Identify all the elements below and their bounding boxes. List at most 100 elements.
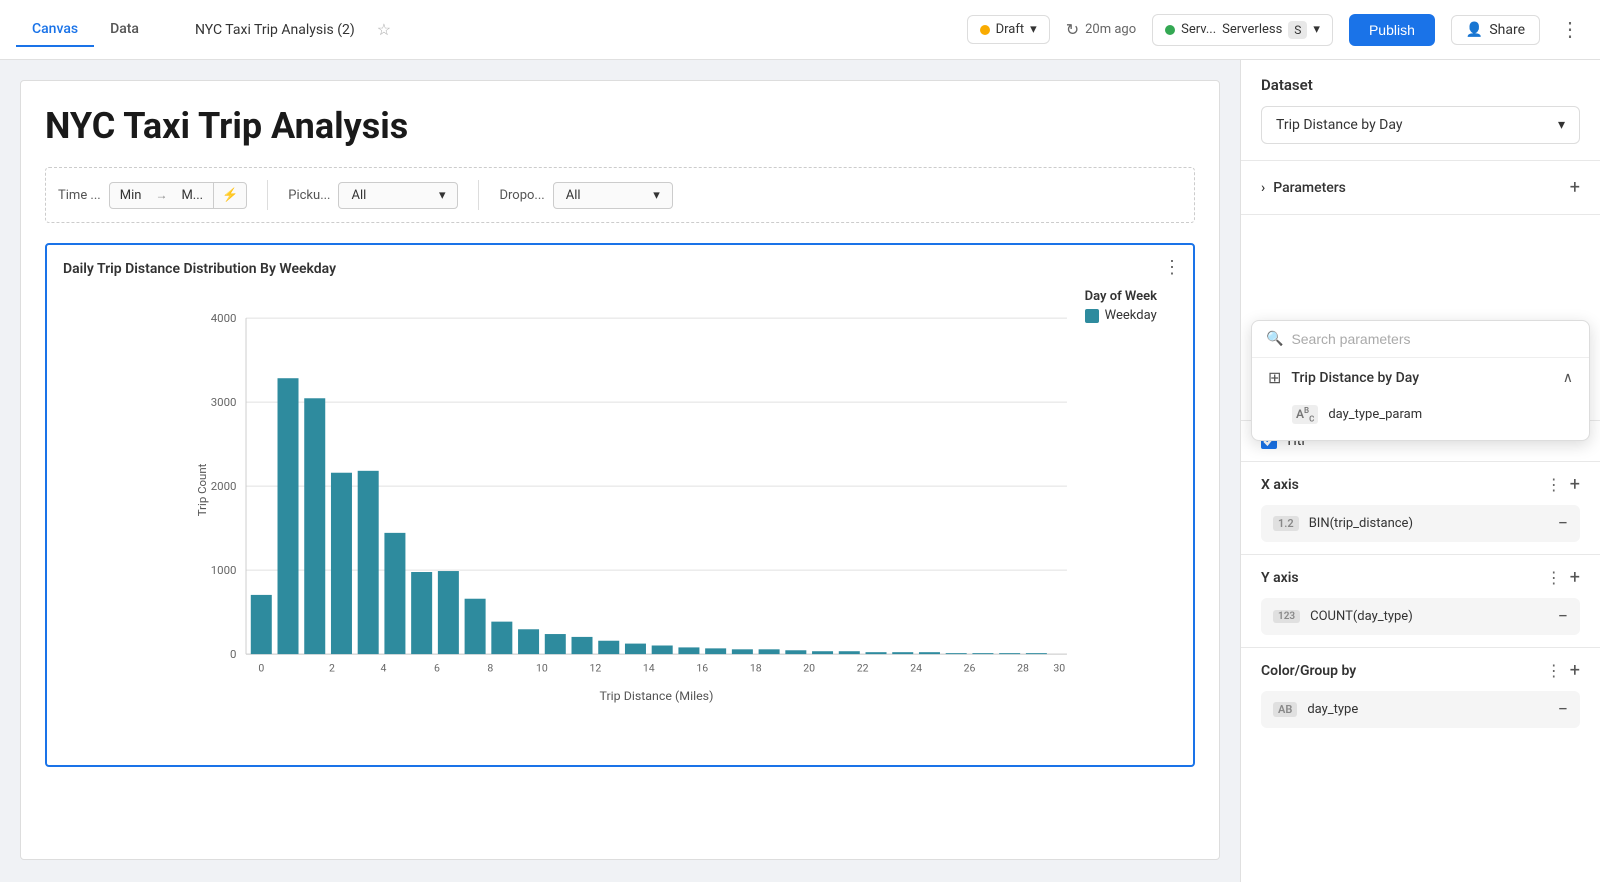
server-label: Serv... — [1181, 22, 1216, 37]
x-axis-add-icon[interactable]: + — [1570, 474, 1580, 495]
svg-text:2000: 2000 — [211, 479, 237, 493]
x-axis-menu-icon[interactable]: ⋮ — [1546, 475, 1562, 494]
legend-title: Day of Week — [1085, 289, 1157, 304]
chart-legend: Day of Week Weekday — [1085, 289, 1157, 323]
parameters-label: › Parameters — [1261, 180, 1346, 196]
dropoff-chevron-icon: ▾ — [653, 188, 660, 203]
svg-text:Trip Distance (Miles): Trip Distance (Miles) — [600, 689, 714, 704]
x-axis-field: 1.2 BIN(trip_distance) − — [1261, 505, 1580, 542]
parameters-chevron-icon: › — [1261, 180, 1265, 196]
x-axis-header: X axis ⋮ + — [1261, 474, 1580, 495]
dataset-chevron-icon: ▾ — [1558, 117, 1565, 133]
svg-text:28: 28 — [1017, 661, 1029, 674]
y-axis-title: Y axis — [1261, 570, 1299, 586]
sync-icon: ↻ — [1066, 20, 1079, 39]
search-icon: 🔍 — [1266, 331, 1283, 347]
dataset-dropdown[interactable]: Trip Distance by Day ▾ — [1261, 106, 1580, 144]
svg-text:0: 0 — [258, 661, 264, 674]
canvas-inner: NYC Taxi Trip Analysis Time ... Min → M.… — [20, 80, 1220, 860]
color-group-title: Color/Group by — [1261, 663, 1356, 679]
svg-text:4000: 4000 — [211, 311, 237, 325]
share-button[interactable]: 👤 Share — [1451, 15, 1540, 45]
parameters-dropdown-popup: 🔍 ⊞ Trip Distance by Day ∧ ABC day_type_… — [1251, 320, 1590, 441]
filter-time-label: Time ... — [58, 188, 101, 203]
doc-title: NYC Taxi Trip Analysis (2) — [195, 22, 355, 38]
filter-pickup: Picku... All ▾ — [288, 182, 458, 209]
filter-dropoff: Dropo... All ▾ — [499, 182, 672, 209]
color-group-field: AB day_type − — [1261, 691, 1580, 728]
y-axis-add-icon[interactable]: + — [1570, 567, 1580, 588]
y-axis-field-num: 123 — [1273, 610, 1300, 623]
serverless-abbr: S — [1288, 21, 1307, 39]
server-status-dot — [1165, 25, 1175, 35]
svg-text:12: 12 — [589, 661, 601, 674]
legend-color-weekday — [1085, 309, 1099, 323]
y-axis-section: Y axis ⋮ + 123 COUNT(day_type) − — [1241, 555, 1600, 648]
y-axis-menu-icon[interactable]: ⋮ — [1546, 568, 1562, 587]
topbar-tabs: Canvas Data — [16, 13, 155, 47]
tab-canvas[interactable]: Canvas — [16, 13, 94, 47]
filter-pickup-value: All — [351, 188, 366, 203]
svg-text:24: 24 — [910, 661, 922, 674]
right-panel: Dataset Trip Distance by Day ▾ › Paramet… — [1240, 60, 1600, 882]
parameters-section: › Parameters + — [1241, 161, 1600, 215]
chart-area: Day of Week Weekday — [63, 289, 1177, 749]
star-icon[interactable]: ☆ — [377, 20, 391, 39]
filter-time-bolt-icon: ⚡ — [213, 183, 246, 208]
parameters-row[interactable]: › Parameters + — [1261, 169, 1580, 206]
color-group-field-label: day_type — [1307, 702, 1358, 717]
dropdown-sub-item-day-type[interactable]: ABC day_type_param — [1252, 397, 1589, 432]
svg-text:10: 10 — [536, 661, 548, 674]
canvas-area: NYC Taxi Trip Analysis Time ... Min → M.… — [0, 60, 1240, 882]
dropdown-spacer — [1241, 215, 1600, 335]
topbar: Canvas Data NYC Taxi Trip Analysis (2) ☆… — [0, 0, 1600, 60]
svg-text:14: 14 — [643, 661, 655, 674]
filter-separator-1 — [267, 180, 268, 210]
filter-dropoff-value: All — [566, 188, 581, 203]
main-content: NYC Taxi Trip Analysis Time ... Min → M.… — [0, 60, 1600, 882]
svg-text:26: 26 — [964, 661, 976, 674]
x-axis-section: X axis ⋮ + 1.2 BIN(trip_distance) − — [1241, 462, 1600, 555]
server-chevron-icon: ▾ — [1313, 22, 1320, 37]
color-group-add-icon[interactable]: + — [1570, 660, 1580, 681]
y-axis-field-label: COUNT(day_type) — [1310, 609, 1413, 624]
draft-button[interactable]: Draft ▾ — [967, 15, 1050, 44]
search-parameters-input[interactable] — [1291, 331, 1575, 347]
filter-pickup-select[interactable]: All ▾ — [338, 182, 458, 209]
table-icon: ⊞ — [1268, 368, 1281, 387]
parameters-add-icon[interactable]: + — [1570, 177, 1580, 198]
more-options-button[interactable]: ⋮ — [1556, 13, 1584, 46]
sync-info: ↻ 20m ago — [1066, 20, 1136, 39]
filter-time-max: M... — [171, 183, 213, 208]
filter-time-input[interactable]: Min → M... ⚡ — [109, 182, 248, 209]
server-button[interactable]: Serv... Serverless S ▾ — [1152, 14, 1333, 46]
chart-menu-button[interactable]: ⋮ — [1163, 257, 1181, 278]
parameters-text: Parameters — [1273, 180, 1346, 196]
draft-status-dot — [980, 25, 990, 35]
abc-icon: ABC — [1292, 405, 1318, 424]
chart-container: Daily Trip Distance Distribution By Week… — [45, 243, 1195, 767]
y-axis-field: 123 COUNT(day_type) − — [1261, 598, 1580, 635]
y-axis-remove-icon[interactable]: − — [1558, 606, 1568, 627]
draft-label: Draft — [996, 22, 1025, 37]
legend-label-weekday: Weekday — [1105, 308, 1157, 323]
x-axis-remove-icon[interactable]: − — [1558, 513, 1568, 534]
color-group-remove-icon[interactable]: − — [1558, 699, 1568, 720]
color-group-actions: ⋮ + — [1546, 660, 1580, 681]
filter-dropoff-label: Dropo... — [499, 188, 544, 203]
svg-text:4: 4 — [381, 661, 387, 674]
color-group-section: Color/Group by ⋮ + AB day_type − — [1241, 648, 1600, 740]
tab-data[interactable]: Data — [94, 13, 155, 47]
filter-dropoff-select[interactable]: All ▾ — [553, 182, 673, 209]
filter-time-arrow-icon: → — [151, 183, 171, 207]
color-group-field-icon: AB — [1273, 702, 1297, 717]
legend-item-weekday: Weekday — [1085, 308, 1157, 323]
color-group-menu-icon[interactable]: ⋮ — [1546, 661, 1562, 680]
dataset-title: Dataset — [1261, 76, 1580, 94]
dropdown-item-trip-distance[interactable]: ⊞ Trip Distance by Day ∧ — [1252, 358, 1589, 397]
svg-text:18: 18 — [750, 661, 762, 674]
svg-text:0: 0 — [230, 647, 236, 661]
share-icon: 👤 — [1466, 22, 1483, 38]
publish-button[interactable]: Publish — [1349, 14, 1435, 46]
x-axis-field-label: BIN(trip_distance) — [1309, 516, 1413, 531]
